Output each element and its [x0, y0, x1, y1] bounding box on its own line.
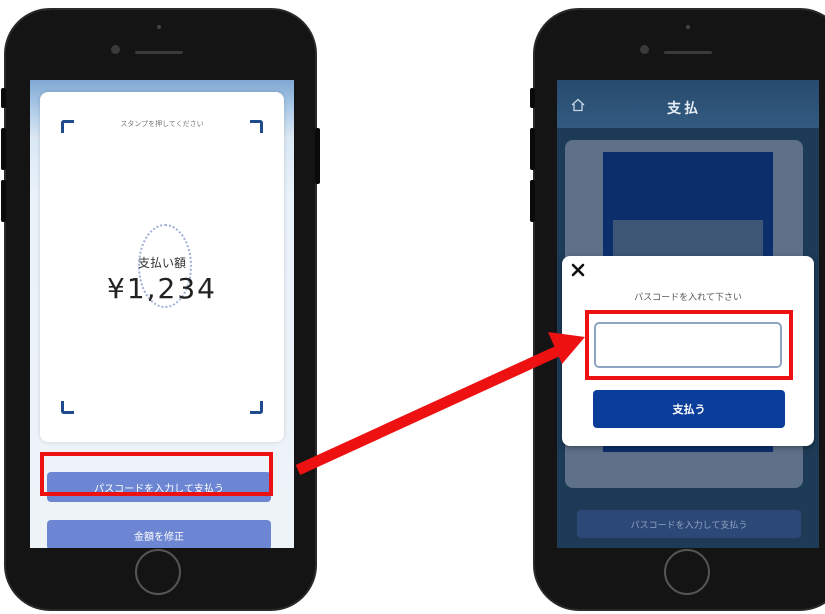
arrow-shaft — [295, 344, 563, 476]
power-button — [315, 128, 320, 184]
close-icon[interactable] — [570, 262, 586, 278]
home-icon[interactable] — [571, 98, 585, 112]
stamp-hint: スタンプを押してください — [120, 120, 204, 128]
amount-value: ¥1,234 — [107, 272, 217, 305]
volume-up-button — [1, 128, 6, 170]
camera-icon — [640, 45, 649, 54]
left-phone: スタンプを押してください 支払い額 ¥1,234 パスコードを入力して支払う 金… — [1, 8, 320, 611]
stamp-card[interactable]: スタンプを押してください 支払い額 ¥1,234 — [40, 92, 284, 442]
highlight-passcode-button — [40, 452, 273, 496]
volume-up-button — [530, 128, 535, 170]
amount-label: 支払い額 — [137, 256, 186, 270]
home-button[interactable] — [664, 549, 710, 595]
speaker-grille — [135, 51, 183, 54]
header-title: 支払 — [667, 101, 701, 117]
volume-down-button — [1, 180, 6, 222]
home-button[interactable] — [135, 549, 181, 595]
mute-switch — [1, 88, 6, 108]
corner-bottom-left — [61, 401, 74, 414]
highlight-passcode-input — [585, 310, 793, 380]
camera-icon — [111, 45, 120, 54]
mute-switch — [530, 88, 535, 108]
header-bar: 支払 — [557, 80, 819, 128]
modal-title: パスコードを入れて下さい — [634, 293, 742, 303]
dimmed-passcode-button: パスコードを入力して支払う — [577, 510, 801, 538]
speaker-grille — [664, 51, 712, 54]
edit-amount-button[interactable]: 金額を修正 — [47, 520, 271, 548]
pay-button[interactable]: 支払う — [593, 390, 785, 428]
sensor-dot — [157, 25, 161, 29]
corner-bottom-right — [250, 401, 263, 414]
volume-down-button — [530, 180, 535, 222]
sensor-dot — [686, 25, 690, 29]
